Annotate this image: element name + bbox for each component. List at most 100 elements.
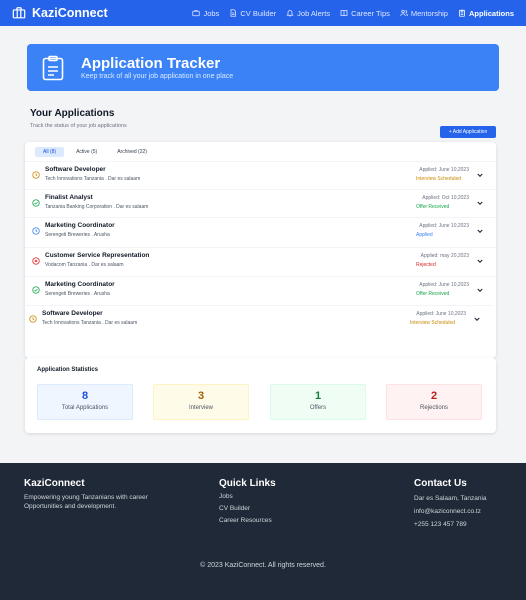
application-row[interactable]: Software Developer Tech Innovations Tanza… (25, 161, 496, 187)
clock-icon (32, 226, 40, 235)
check-circle-icon (32, 198, 40, 207)
status-badge: Offer Received (416, 204, 450, 210)
clock-icon (32, 170, 40, 179)
nav-link-career-tips[interactable]: Career Tips (340, 9, 390, 18)
tab-archived[interactable]: Archived (22) (109, 147, 155, 157)
applied-date: Applied: June 10,2023 (419, 167, 469, 173)
stat-value: 3 (197, 390, 205, 402)
applied-date: Applied: June 10,2023 (419, 223, 469, 229)
nav-link-label: Career Tips (351, 8, 390, 18)
nav-link-label: Applications (468, 8, 514, 18)
footer-quick-links: Quick Links Jobs CV Builder Career Resou… (219, 478, 276, 527)
footer-address: Dar es Salaam, Tanzania (414, 495, 487, 502)
users-icon (400, 9, 408, 17)
tab-active[interactable]: Active (5) (68, 147, 105, 157)
chevron-down-icon[interactable] (476, 199, 484, 207)
nav-links: Jobs CV Builder Job Alerts Career Tips M… (192, 9, 514, 18)
section-title: Your Applications (30, 108, 115, 119)
chevron-down-icon[interactable] (476, 286, 484, 294)
company-location: Serengeti Breweries . Arusha (45, 232, 110, 238)
stat-rejections: 2 Rejections (386, 384, 482, 420)
footer: KaziConnect Empowering young Tanzanians … (0, 463, 526, 600)
application-row[interactable]: Marketing Coordinator Serengeti Breweries… (25, 217, 496, 243)
footer-about: KaziConnect Empowering young Tanzanians … (24, 478, 174, 511)
status-badge: Rejected (416, 262, 436, 268)
footer-contact: Contact Us Dar es Salaam, Tanzania info@… (414, 478, 487, 531)
chevron-down-icon[interactable] (473, 315, 481, 323)
chevron-down-icon[interactable] (476, 227, 484, 235)
job-title: Finalist Analyst (45, 194, 93, 201)
check-circle-icon (32, 285, 40, 294)
application-row[interactable]: Marketing Coordinator Serengeti Breweries… (25, 276, 496, 302)
stat-value: 2 (430, 390, 438, 402)
company-location: Vodacom Tanzania . Dar es salaam (45, 262, 124, 268)
application-row[interactable]: Software Developer Tech Innovations Tanza… (22, 305, 493, 331)
footer-email[interactable]: info@kaziconnect.co.tz (414, 505, 487, 518)
footer-heading: Quick Links (219, 478, 276, 489)
page-subtitle: Keep track of all your job application i… (81, 73, 234, 80)
nav-link-mentorship[interactable]: Mentorship (400, 9, 448, 18)
job-title: Software Developer (45, 166, 106, 173)
top-navbar: KaziConnect Jobs CV Builder Job Alerts C… (0, 0, 526, 26)
nav-link-applications[interactable]: Applications (458, 9, 514, 18)
status-badge: Applied (416, 232, 433, 238)
stat-label: Rejections (419, 405, 448, 411)
footer-brand: KaziConnect (24, 478, 85, 489)
brand[interactable]: KaziConnect (12, 6, 108, 20)
applications-card: All (8) Active (5) Archived (22) Softwar… (22, 142, 496, 358)
stat-interview: 3 Interview (153, 384, 249, 420)
chevron-down-icon[interactable] (476, 257, 484, 265)
status-badge: Interview Scheduled (416, 176, 462, 182)
stat-value: 8 (81, 390, 89, 402)
nav-link-label: CV Builder (240, 8, 277, 18)
footer-link-jobs[interactable]: Jobs (219, 491, 276, 503)
application-row[interactable]: Finalist Analyst Tanzania Banking Corpora… (25, 189, 496, 215)
nav-link-cv-builder[interactable]: CV Builder (229, 9, 276, 18)
company-location: Tech Innovations Tanzania . Dar es salaa… (42, 320, 138, 326)
nav-link-job-alerts[interactable]: Job Alerts (286, 9, 330, 18)
section-subtitle: Track the status of your job application… (30, 123, 127, 129)
stat-offers: 1 Offers (270, 384, 366, 420)
status-badge: Interview Scheduled (410, 320, 456, 326)
job-title: Marketing Coordinator (45, 222, 115, 229)
footer-link-career-resources[interactable]: Career Resources (219, 515, 276, 527)
chevron-down-icon[interactable] (476, 171, 484, 179)
stat-label: Total Applications (61, 405, 109, 411)
footer-heading: Contact Us (414, 478, 467, 489)
clock-icon (29, 314, 37, 323)
statistics-title: Application Statistics (37, 367, 99, 373)
job-title: Marketing Coordinator (45, 281, 115, 288)
footer-phone[interactable]: +255 123 457 789 (414, 518, 487, 531)
brand-name: KaziConnect (32, 6, 108, 20)
page-title: Application Tracker (81, 55, 221, 72)
company-location: Tanzania Banking Corporation . Dar es sa… (45, 204, 149, 210)
job-title: Software Developer (42, 310, 103, 317)
application-row[interactable]: Customer Service Representation Vodacom T… (25, 247, 496, 273)
job-title: Customer Service Representation (45, 252, 150, 259)
book-icon (340, 10, 348, 17)
briefcase-icon (192, 10, 201, 17)
company-location: Tech Innovations Tanzania . Dar es salaa… (45, 176, 141, 182)
clipboard-icon (459, 9, 465, 17)
tab-all[interactable]: All (8) (35, 147, 65, 157)
clipboard-icon (42, 55, 64, 80)
applied-date: Applied: Oct 10,2023 (422, 195, 469, 201)
applied-date: Applied: June 10,2023 (419, 282, 469, 288)
stat-label: Interview (188, 405, 213, 411)
applied-date: Applied: may 20,2023 (420, 253, 469, 259)
bell-icon (286, 10, 294, 17)
statistics-card: Application Statistics 8 Total Applicati… (25, 358, 496, 433)
nav-link-jobs[interactable]: Jobs (192, 9, 219, 18)
document-icon (230, 9, 237, 17)
add-application-button[interactable]: + Add Application (440, 126, 496, 138)
stat-label: Offers (309, 405, 327, 411)
nav-link-label: Job Alerts (297, 8, 331, 18)
x-circle-icon (32, 256, 40, 265)
footer-tagline: Empowering young Tanzanians with career … (24, 494, 148, 510)
hero-banner: Application Tracker Keep track of all yo… (27, 44, 499, 91)
stat-total: 8 Total Applications (37, 384, 133, 420)
footer-link-cv-builder[interactable]: CV Builder (219, 503, 276, 515)
applications-header: Your Applications Track the status of yo… (30, 108, 496, 129)
application-tabs: All (8) Active (5) Archived (22) (35, 147, 486, 157)
footer-copyright: © 2023 KaziConnect. All rights reserved. (200, 562, 326, 569)
